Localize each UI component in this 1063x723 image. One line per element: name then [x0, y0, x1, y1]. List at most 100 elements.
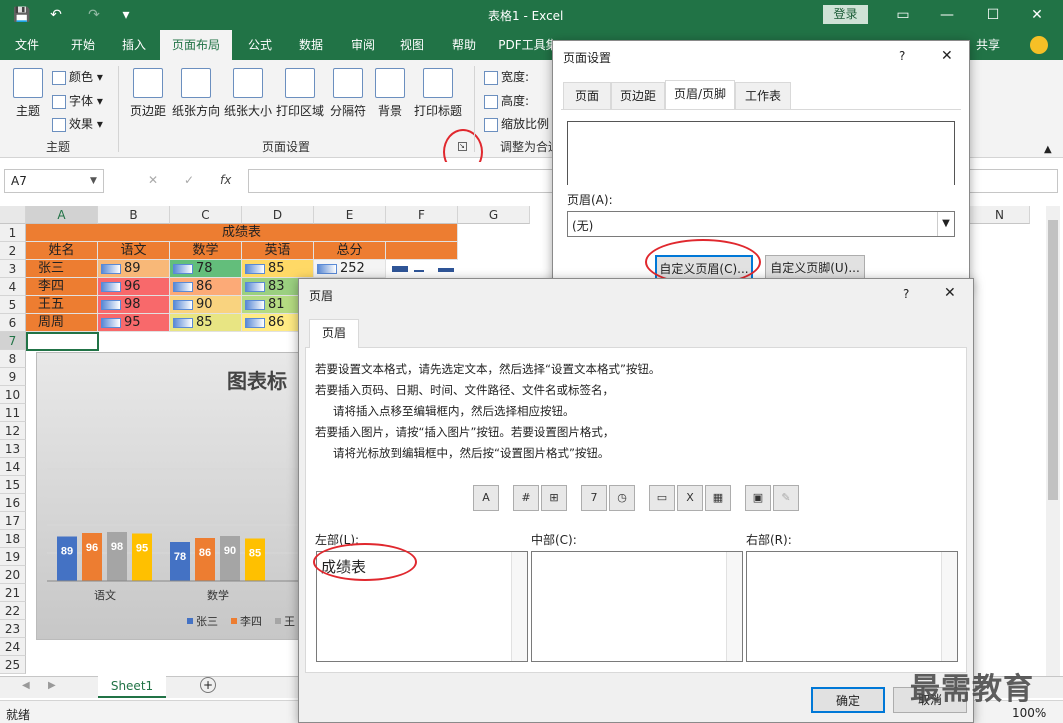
select-all-corner[interactable]: [0, 206, 26, 224]
insert-function-icon[interactable]: fx: [220, 173, 231, 187]
row-header[interactable]: 4: [0, 278, 26, 296]
insert-sheet-name-icon[interactable]: ▦: [705, 485, 731, 511]
margins-button[interactable]: 页边距: [126, 68, 170, 119]
row-header[interactable]: 18: [0, 530, 26, 548]
column-header[interactable]: G: [458, 206, 530, 224]
insert-page-count-icon[interactable]: ⊞: [541, 485, 567, 511]
row-header[interactable]: 10: [0, 386, 26, 404]
chart[interactable]: 图表标 89 96 98 95 语文 78 86 90 85 数学 张三 李四王: [36, 352, 306, 640]
row-header[interactable]: 7: [0, 332, 26, 350]
row-header[interactable]: 5: [0, 296, 26, 314]
row-header[interactable]: 3: [0, 260, 26, 278]
row-header[interactable]: 8: [0, 350, 26, 368]
height-control[interactable]: 高度:: [484, 92, 529, 109]
chart-bar[interactable]: [220, 536, 240, 581]
zoom-level[interactable]: 100%: [1012, 706, 1046, 720]
header-cell[interactable]: 英语: [242, 242, 314, 260]
scrollbar-thumb[interactable]: [1048, 220, 1058, 500]
undo-icon[interactable]: ↶: [46, 5, 66, 25]
insert-page-number-icon[interactable]: #: [513, 485, 539, 511]
row-header[interactable]: 1: [0, 224, 26, 242]
fonts-button[interactable]: 字体 ▾: [52, 92, 103, 109]
insert-date-icon[interactable]: 7: [581, 485, 607, 511]
sheet-tab[interactable]: Sheet1: [98, 676, 166, 698]
name-box[interactable]: A7: [4, 169, 104, 193]
center-section-editor[interactable]: [531, 551, 743, 662]
orientation-button[interactable]: 纸张方向: [170, 68, 222, 119]
chart-bar[interactable]: [82, 533, 102, 581]
chart-bar[interactable]: [57, 536, 77, 582]
column-header[interactable]: D: [242, 206, 314, 224]
column-header[interactable]: E: [314, 206, 386, 224]
row-header[interactable]: 25: [0, 656, 26, 674]
ok-button[interactable]: 确定: [811, 687, 885, 713]
add-sheet-button[interactable]: +: [200, 677, 216, 693]
tab-review[interactable]: 审阅: [338, 30, 388, 60]
close-icon[interactable]: ✕: [941, 48, 953, 64]
scale-control[interactable]: 缩放比例: [484, 115, 549, 132]
cell[interactable]: [386, 242, 458, 260]
right-section-editor[interactable]: [746, 551, 958, 662]
scroll-right-icon[interactable]: ▶: [48, 680, 56, 691]
tab-insert[interactable]: 插入: [110, 30, 158, 60]
themes-button[interactable]: 主题: [8, 68, 48, 119]
row-header[interactable]: 24: [0, 638, 26, 656]
insert-file-name-icon[interactable]: X: [677, 485, 703, 511]
row-header[interactable]: 14: [0, 458, 26, 476]
row-header[interactable]: 2: [0, 242, 26, 260]
chart-bar[interactable]: [195, 538, 215, 581]
help-icon[interactable]: ?: [903, 287, 909, 301]
tab-view[interactable]: 视图: [388, 30, 436, 60]
header-cell[interactable]: 总分: [314, 242, 386, 260]
tab-margins[interactable]: 页边距: [611, 82, 665, 109]
table-cell[interactable]: 周周: [26, 314, 98, 332]
row-header[interactable]: 11: [0, 404, 26, 422]
selected-cell[interactable]: [26, 332, 99, 351]
tab-page-layout[interactable]: 页面布局: [160, 30, 232, 60]
customize-quick-access-icon[interactable]: ▾: [116, 5, 136, 25]
colors-button[interactable]: 颜色 ▾: [52, 68, 103, 85]
row-header[interactable]: 21: [0, 584, 26, 602]
tab-file[interactable]: 文件: [0, 30, 54, 60]
row-header[interactable]: 23: [0, 620, 26, 638]
row-header[interactable]: 15: [0, 476, 26, 494]
chart-bar[interactable]: [245, 538, 265, 582]
scrollbar[interactable]: [726, 552, 742, 661]
format-picture-icon[interactable]: ✎: [773, 485, 799, 511]
size-button[interactable]: 纸张大小: [222, 68, 274, 119]
redo-icon[interactable]: ↷: [84, 5, 104, 25]
row-header[interactable]: 19: [0, 548, 26, 566]
chevron-down-icon[interactable]: ▼: [937, 212, 954, 236]
column-header[interactable]: F: [386, 206, 458, 224]
row-header[interactable]: 9: [0, 368, 26, 386]
print-area-button[interactable]: 打印区域: [274, 68, 326, 119]
collapse-ribbon-icon[interactable]: ▲: [1044, 144, 1052, 155]
column-header[interactable]: B: [98, 206, 170, 224]
print-titles-button[interactable]: 打印标题: [410, 68, 466, 119]
table-cell[interactable]: 李四: [26, 278, 98, 296]
column-header[interactable]: N: [970, 206, 1030, 224]
row-header[interactable]: 6: [0, 314, 26, 332]
column-header[interactable]: C: [170, 206, 242, 224]
format-text-icon[interactable]: A: [473, 485, 499, 511]
header-cell[interactable]: 语文: [98, 242, 170, 260]
tab-formulas[interactable]: 公式: [236, 30, 284, 60]
row-header[interactable]: 20: [0, 566, 26, 584]
tab-help[interactable]: 帮助: [440, 30, 488, 60]
share-button[interactable]: 共享: [970, 30, 1006, 60]
enter-icon[interactable]: ✓: [184, 173, 194, 187]
insert-file-path-icon[interactable]: ▭: [649, 485, 675, 511]
background-button[interactable]: 背景: [372, 68, 408, 119]
row-header[interactable]: 16: [0, 494, 26, 512]
header-select[interactable]: (无): [567, 211, 955, 237]
scrollbar[interactable]: [511, 552, 527, 661]
row-header[interactable]: 22: [0, 602, 26, 620]
scrollbar[interactable]: [941, 552, 957, 661]
ribbon-display-options-icon[interactable]: ▭: [888, 4, 918, 26]
scroll-left-icon[interactable]: ◀: [22, 680, 30, 691]
tab-sheet[interactable]: 工作表: [735, 82, 791, 109]
close-icon[interactable]: ✕: [944, 285, 956, 301]
row-header[interactable]: 12: [0, 422, 26, 440]
tab-home[interactable]: 开始: [56, 30, 110, 60]
row-header[interactable]: 17: [0, 512, 26, 530]
